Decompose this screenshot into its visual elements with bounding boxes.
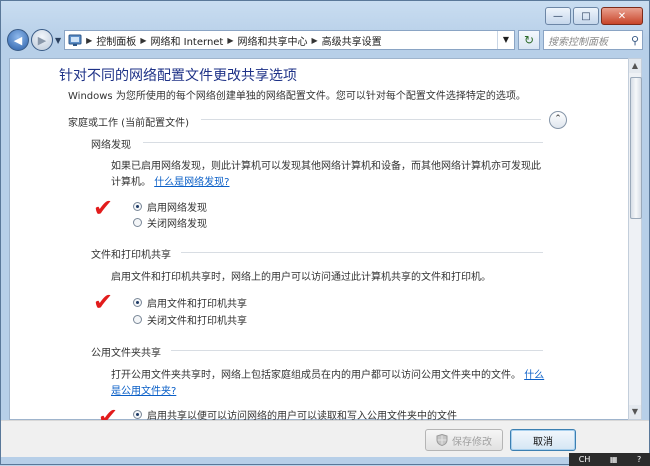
description-line: 如果已启用网络发现，则此计算机可以发现其他网络计算机和设备，而其他网络计算机亦可… — [111, 161, 541, 172]
taskbar-tray: CH ▦ ? — [569, 453, 650, 466]
radio-selected-icon[interactable] — [133, 202, 142, 211]
section-description: 启用文件和打印机共享时，网络上的用户可以访问通过此计算机共享的文件和打印机。 — [111, 272, 491, 283]
radio-selected-icon[interactable] — [133, 410, 142, 419]
red-check-annotation: ✔ — [93, 194, 114, 222]
section-title-file-printer-sharing: 文件和打印机共享 — [91, 250, 171, 261]
save-changes-button[interactable]: 保存修改 — [425, 429, 503, 451]
breadcrumb-separator[interactable]: ▶ — [227, 36, 233, 45]
help-icon[interactable]: ? — [637, 455, 641, 464]
radio-enable-network-discovery[interactable]: 启用网络发现 — [133, 199, 207, 214]
collapse-profile-button[interactable]: ⌃ — [549, 111, 567, 129]
divider — [143, 142, 543, 143]
vertical-scrollbar[interactable]: ▲ ▼ — [628, 58, 642, 420]
divider — [171, 350, 543, 351]
breadcrumb-separator[interactable]: ▶ — [312, 36, 318, 45]
radio-disable-network-discovery[interactable]: 关闭网络发现 — [133, 215, 207, 230]
section-description: 如果已启用网络发现，则此计算机可以发现其他网络计算机和设备，而其他网络计算机亦可… — [111, 159, 551, 191]
option-label: 启用文件和打印机共享 — [147, 299, 247, 310]
address-bar[interactable]: ▶ 控制面板 ▶ 网络和 Internet ▶ 网络和共享中心 ▶ 高级共享设置… — [64, 30, 515, 50]
arrow-left-icon: ◀ — [13, 33, 23, 47]
explorer-window: — □ ✕ ◀ ▶ ▼ ▶ 控制面板 ▶ 网络和 Internet ▶ 网络和共… — [0, 0, 650, 466]
section-description: 打开公用文件夹共享时，网络上包括家庭组成员在内的用户都可以访问公用文件夹中的文件… — [111, 368, 551, 400]
section-title-network-discovery: 网络发现 — [91, 140, 131, 151]
breadcrumb-advanced-sharing[interactable]: 高级共享设置 — [322, 33, 382, 48]
description-line: 计算机。 什么是网络发现? — [111, 175, 551, 191]
scroll-up-icon[interactable]: ▲ — [629, 59, 641, 73]
description-line: 打开公用文件夹共享时，网络上包括家庭组成员在内的用户都可以访问公用文件夹中的文件… — [111, 368, 551, 384]
refresh-button[interactable]: ↻ — [518, 30, 540, 50]
radio-unselected-icon[interactable] — [133, 315, 142, 324]
control-panel-icon — [68, 34, 82, 46]
recent-pages-dropdown[interactable]: ▼ — [55, 36, 61, 45]
close-button[interactable]: ✕ — [601, 7, 643, 25]
ime-icon[interactable]: ▦ — [610, 455, 618, 464]
option-label: 启用网络发现 — [147, 203, 207, 214]
radio-enable-file-sharing[interactable]: 启用文件和打印机共享 — [133, 295, 247, 310]
option-label: 关闭文件和打印机共享 — [147, 316, 247, 327]
radio-unselected-icon[interactable] — [133, 218, 142, 227]
network-discovery-help-link[interactable]: 什么是网络发现? — [154, 177, 229, 188]
page-title: 针对不同的网络配置文件更改共享选项 — [59, 68, 297, 84]
save-changes-label: 保存修改 — [452, 436, 492, 448]
forward-button[interactable]: ▶ — [31, 29, 53, 51]
breadcrumb-separator[interactable]: ▶ — [140, 36, 146, 45]
arrow-right-icon: ▶ — [37, 33, 47, 47]
option-label: 关闭网络发现 — [147, 219, 207, 230]
caption-buttons: — □ ✕ — [543, 7, 643, 25]
public-folder-help-link[interactable]: 是公用文件夹? — [111, 386, 176, 397]
red-check-annotation: ✔ — [93, 288, 114, 316]
scroll-down-icon[interactable]: ▼ — [629, 405, 641, 419]
breadcrumb-network-internet[interactable]: 网络和 Internet — [150, 33, 223, 48]
search-box[interactable]: 搜索控制面板 ⚲ — [543, 30, 643, 50]
cancel-button[interactable]: 取消 — [510, 429, 576, 451]
description-line: 是公用文件夹? — [111, 384, 551, 400]
breadcrumb-network-sharing-center[interactable]: 网络和共享中心 — [238, 33, 308, 48]
breadcrumb-separator[interactable]: ▶ — [86, 36, 92, 45]
page-description: Windows 为您所使用的每个网络创建单独的网络配置文件。您可以针对每个配置文… — [68, 91, 526, 102]
uac-shield-icon — [436, 434, 448, 446]
content-pane — [9, 58, 631, 420]
search-input[interactable]: 搜索控制面板 — [548, 33, 608, 48]
radio-selected-icon[interactable] — [133, 298, 142, 307]
public-folder-help-link[interactable]: 什么 — [524, 370, 544, 381]
breadcrumb-control-panel[interactable]: 控制面板 — [96, 33, 136, 48]
minimize-button[interactable]: — — [545, 7, 571, 25]
profile-header: 家庭或工作 (当前配置文件) — [68, 118, 189, 129]
description-text: 打开公用文件夹共享时，网络上包括家庭组成员在内的用户都可以访问公用文件夹中的文件… — [111, 370, 521, 381]
divider — [201, 119, 541, 120]
radio-disable-file-sharing[interactable]: 关闭文件和打印机共享 — [133, 312, 247, 327]
search-icon[interactable]: ⚲ — [631, 34, 639, 47]
chevron-up-icon: ⌃ — [554, 114, 562, 124]
back-button[interactable]: ◀ — [7, 29, 29, 51]
divider — [181, 252, 543, 253]
section-title-public-folder-sharing: 公用文件夹共享 — [91, 348, 161, 359]
address-dropdown-icon[interactable]: ▼ — [497, 31, 514, 49]
description-text: 计算机。 — [111, 177, 151, 188]
scrollbar-thumb[interactable] — [630, 77, 642, 219]
language-indicator[interactable]: CH — [579, 455, 591, 464]
navigation-bar: ◀ ▶ ▼ ▶ 控制面板 ▶ 网络和 Internet ▶ 网络和共享中心 ▶ … — [7, 29, 643, 51]
refresh-icon: ↻ — [523, 33, 535, 47]
maximize-button[interactable]: □ — [573, 7, 599, 25]
